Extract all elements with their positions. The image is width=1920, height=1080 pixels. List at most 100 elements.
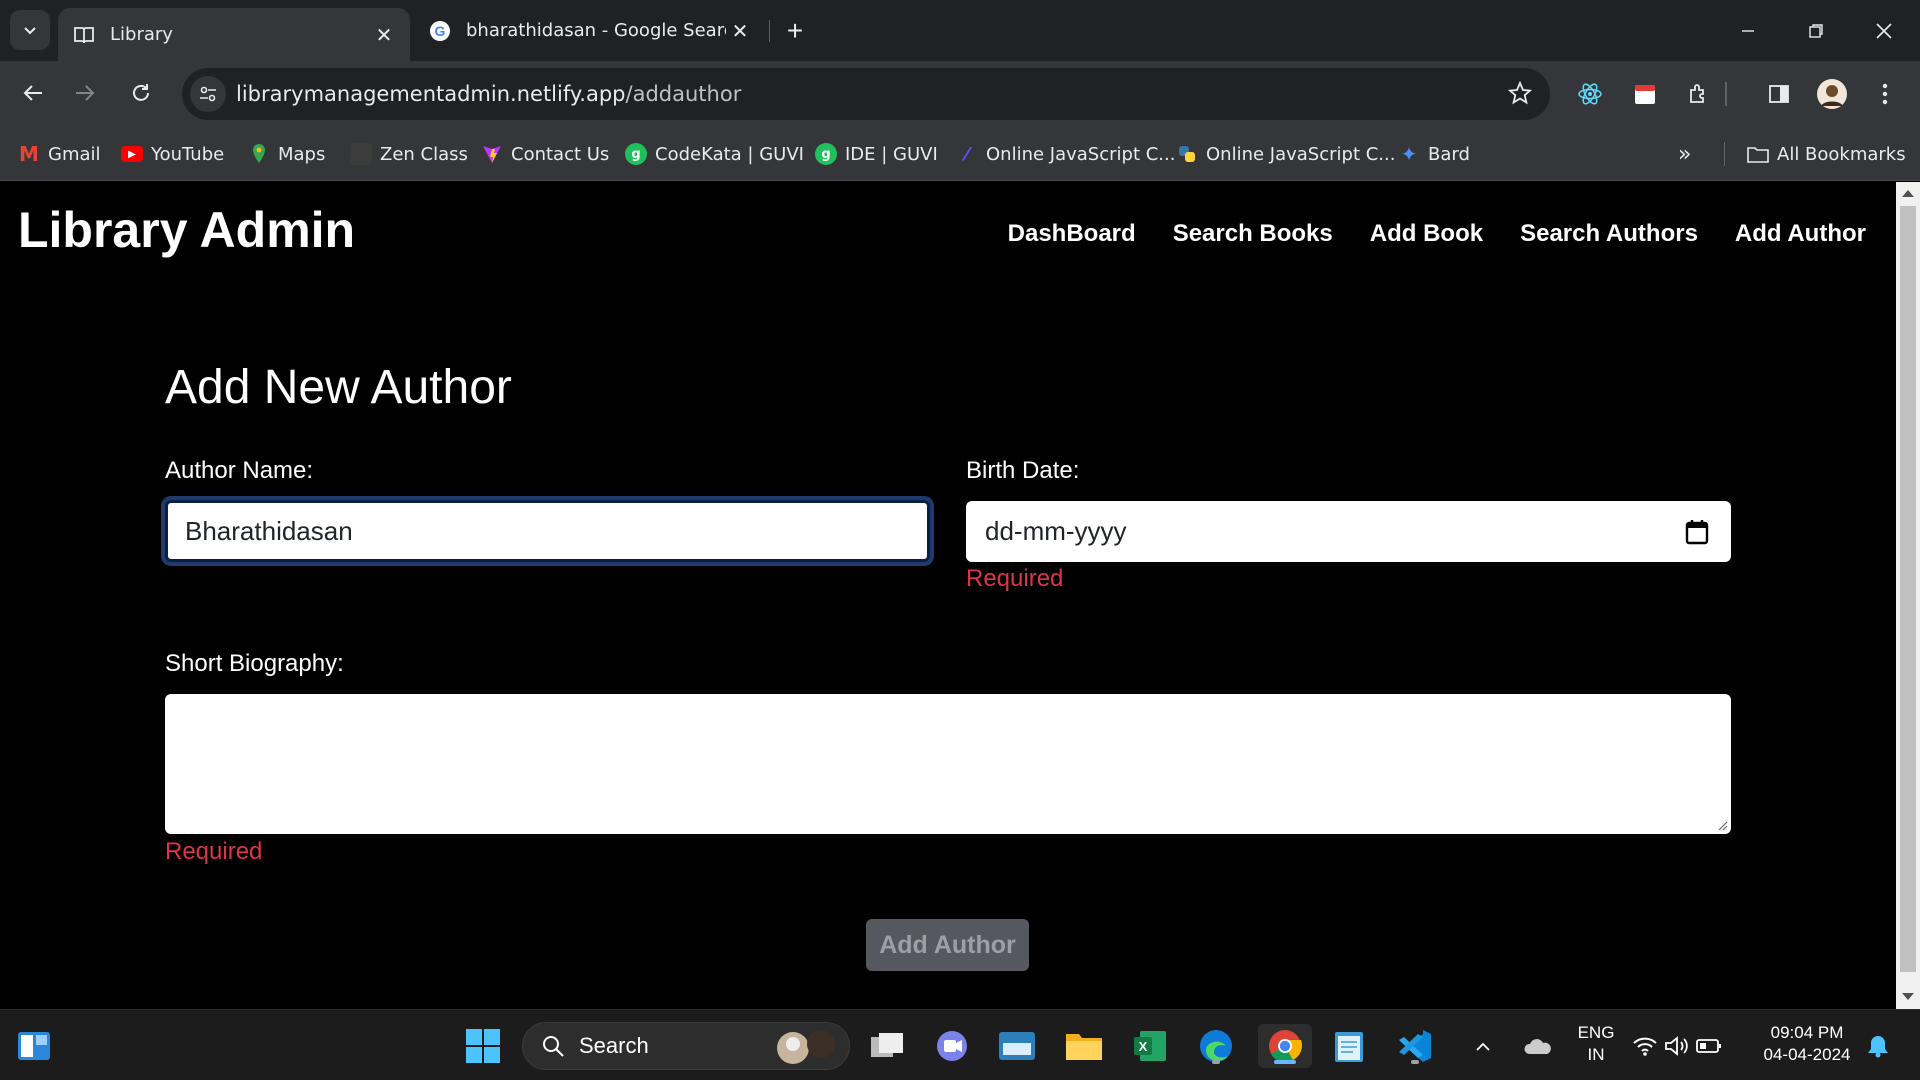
page-title: Add New Author	[165, 361, 512, 414]
tab-google-search[interactable]: G bharathidasan - Google Search ✕	[414, 8, 766, 53]
bookmark-star-icon[interactable]	[1507, 80, 1533, 110]
chevron-down-icon	[24, 27, 36, 35]
address-bar[interactable]: librarymanagementadmin.netlify.app/addau…	[182, 68, 1550, 120]
page-viewport: Library Admin DashBoard Search Books Add…	[0, 182, 1896, 1009]
system-tray-status[interactable]	[1632, 1024, 1722, 1068]
clock[interactable]: 09:04 PM 04-04-2024	[1752, 1022, 1862, 1066]
language-indicator[interactable]: ENG IN	[1576, 1022, 1616, 1066]
running-indicator	[1411, 1060, 1419, 1064]
clock-time: 09:04 PM	[1770, 1023, 1844, 1042]
volume-icon	[1665, 1036, 1688, 1056]
nav-links: DashBoard Search Books Add Book Search A…	[1008, 220, 1866, 248]
bookmark-contact-us[interactable]: Contact Us	[481, 140, 609, 168]
bookmark-label: Contact Us	[511, 143, 610, 165]
bookmark-label: Zen Class	[380, 143, 468, 165]
teams-chat-icon[interactable]	[930, 1024, 974, 1068]
close-icon[interactable]: ✕	[370, 21, 398, 49]
tab-search-button[interactable]	[10, 10, 50, 50]
vscode-icon[interactable]	[1393, 1024, 1437, 1068]
minimize-button[interactable]	[1714, 0, 1782, 61]
birth-date-input[interactable]: dd-mm-yyyy	[966, 501, 1731, 562]
all-bookmarks-button[interactable]: All Bookmarks	[1747, 140, 1906, 168]
file-explorer-icon[interactable]	[1062, 1024, 1106, 1068]
battery-icon	[1696, 1039, 1721, 1053]
notification-bell-icon[interactable]	[1860, 1024, 1896, 1068]
site-settings-icon[interactable]	[190, 76, 226, 112]
tab-library[interactable]: Library ✕	[58, 8, 410, 61]
active-indicator	[1274, 1060, 1296, 1064]
bio-textarea[interactable]	[165, 694, 1731, 834]
tab-separator	[769, 20, 770, 42]
forward-button[interactable]	[65, 73, 105, 113]
tab-title: Library	[110, 24, 173, 45]
birth-date-error: Required	[966, 565, 1064, 592]
author-name-value: Bharathidasan	[185, 515, 353, 546]
edge-icon[interactable]	[1194, 1024, 1238, 1068]
bookmark-maps[interactable]: Maps	[248, 140, 325, 168]
nav-search-books[interactable]: Search Books	[1173, 220, 1333, 248]
onedrive-icon[interactable]	[1520, 1024, 1556, 1068]
folder-icon	[1747, 143, 1769, 165]
start-windows-icon[interactable]	[461, 1024, 505, 1068]
close-window-button[interactable]	[1850, 0, 1918, 61]
url-host: librarymanagementadmin.netlify.app	[236, 82, 626, 106]
url-path: /addauthor	[625, 82, 742, 106]
nav-dashboard[interactable]: DashBoard	[1008, 220, 1136, 248]
resize-grip-icon[interactable]	[1716, 819, 1728, 831]
nav-add-author[interactable]: Add Author	[1735, 220, 1866, 248]
nav-add-book[interactable]: Add Book	[1370, 220, 1483, 248]
bookmark-online-javascript-1[interactable]: ⁄ Online JavaScript C...	[956, 140, 1175, 168]
profile-avatar[interactable]	[1815, 77, 1849, 111]
all-bookmarks-label: All Bookmarks	[1777, 143, 1906, 165]
side-panel-icon[interactable]	[1762, 77, 1796, 111]
bookmark-online-javascript-2[interactable]: Online JavaScript C...	[1176, 140, 1395, 168]
react-devtools-icon[interactable]	[1573, 77, 1607, 111]
chevron-up-icon[interactable]	[1468, 1024, 1498, 1068]
notepad-icon[interactable]	[1327, 1024, 1371, 1068]
bookmark-label: CodeKata | GUVI	[655, 143, 804, 165]
running-indicator	[1212, 1060, 1220, 1064]
clock-date: 04-04-2024	[1763, 1045, 1851, 1064]
bookmark-zen-class[interactable]: Zen Class	[350, 140, 468, 168]
taskbar-search-box[interactable]: Search	[522, 1022, 850, 1070]
excel-icon[interactable]: X	[1128, 1024, 1172, 1068]
bookmark-codekata-guvi[interactable]: g CodeKata | GUVI	[625, 140, 804, 168]
arrow-left-icon	[23, 85, 42, 101]
nav-search-authors[interactable]: Search Authors	[1520, 220, 1698, 248]
widgets-icon[interactable]	[12, 1024, 56, 1068]
keyboard-app-icon[interactable]	[995, 1024, 1039, 1068]
more-bookmarks-button[interactable]: »	[1678, 140, 1691, 168]
search-highlight-icon	[771, 1026, 841, 1074]
bookmark-ide-guvi[interactable]: g IDE | GUVI	[815, 140, 938, 168]
menu-kebab-icon[interactable]	[1868, 77, 1902, 111]
back-button[interactable]	[13, 73, 53, 113]
task-view-icon[interactable]	[865, 1024, 909, 1068]
book-icon	[72, 23, 96, 47]
restore-button[interactable]	[1782, 0, 1850, 61]
bookmark-bard[interactable]: ✦ Bard	[1398, 140, 1470, 168]
scroll-down-icon[interactable]	[1902, 993, 1914, 1000]
programiz-icon: ⁄	[965, 143, 969, 165]
bookmark-label: Bard	[1428, 143, 1470, 165]
lang-code: ENG	[1577, 1023, 1615, 1042]
calendar-icon[interactable]	[1685, 519, 1709, 552]
brand-title[interactable]: Library Admin	[18, 201, 355, 259]
toolbar-divider	[1725, 82, 1727, 106]
calendar-extension-icon[interactable]	[1628, 77, 1662, 111]
author-name-input[interactable]: Bharathidasan	[165, 500, 930, 562]
scrollbar-thumb[interactable]	[1900, 206, 1916, 972]
reload-button[interactable]	[121, 73, 161, 113]
page-scrollbar[interactable]	[1896, 182, 1920, 1009]
youtube-icon: ▶	[121, 146, 143, 162]
bookmark-youtube[interactable]: ▶ YouTube	[121, 140, 224, 168]
bookmark-gmail[interactable]: M Gmail	[18, 140, 100, 168]
close-icon[interactable]: ✕	[726, 17, 754, 45]
chrome-icon[interactable]	[1258, 1024, 1312, 1068]
search-icon	[543, 1036, 564, 1057]
add-author-button[interactable]: Add Author	[866, 919, 1029, 971]
new-tab-button[interactable]: +	[778, 14, 812, 48]
windows-taskbar: Search X ENG IN 09:04 PM 04-04-2024	[0, 1009, 1920, 1080]
extensions-puzzle-icon[interactable]	[1682, 77, 1716, 111]
scroll-up-icon[interactable]	[1902, 190, 1914, 197]
bookmark-label: IDE | GUVI	[845, 143, 938, 165]
